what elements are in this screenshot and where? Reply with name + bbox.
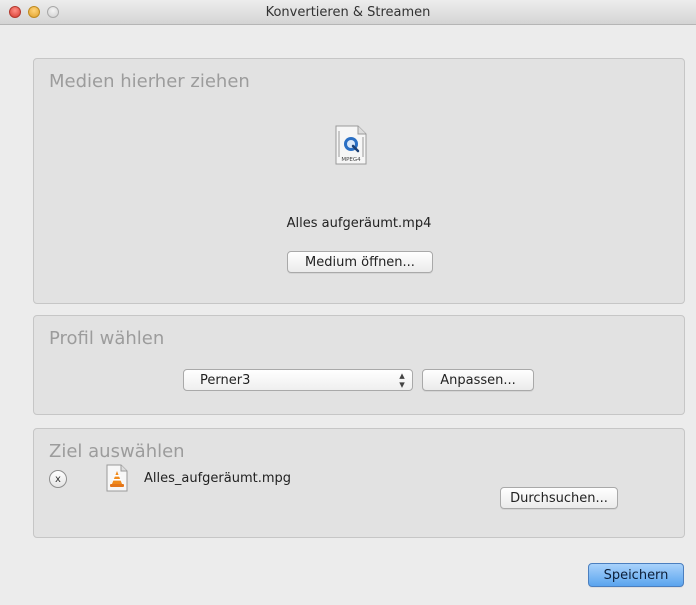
- browse-button[interactable]: Durchsuchen...: [500, 487, 618, 509]
- mpeg4-file-icon: MPEG4: [335, 125, 367, 165]
- window-title: Konvertieren & Streamen: [265, 5, 431, 20]
- title-bar: Konvertieren & Streamen: [0, 0, 696, 25]
- media-drop-panel[interactable]: Medien hierher ziehen MPEG4 Alles aufger…: [33, 58, 685, 304]
- save-button[interactable]: Speichern: [588, 563, 684, 587]
- destination-panel: Ziel auswählen x Alles_aufgeräumt.mpg Du…: [33, 428, 685, 538]
- remove-icon: x: [55, 473, 61, 485]
- media-drop-heading: Medien hierher ziehen: [49, 71, 250, 92]
- source-file-name: Alles aufgeräumt.mp4: [286, 216, 432, 231]
- convert-stream-window: Konvertieren & Streamen Medien hierher z…: [0, 0, 696, 605]
- vlc-file-icon: [106, 464, 128, 492]
- customize-profile-button[interactable]: Anpassen...: [422, 369, 534, 391]
- popup-arrows-icon: ▴ ▾: [399, 369, 405, 391]
- open-media-button[interactable]: Medium öffnen...: [287, 251, 433, 273]
- remove-destination-button[interactable]: x: [49, 470, 67, 488]
- profile-selected-value: Perner3: [200, 373, 251, 388]
- profile-heading: Profil wählen: [49, 328, 165, 349]
- destination-heading: Ziel auswählen: [49, 441, 185, 462]
- profile-select[interactable]: Perner3 ▴ ▾: [183, 369, 413, 391]
- destination-file-name: Alles_aufgeräumt.mpg: [144, 471, 292, 486]
- profile-panel: Profil wählen Perner3 ▴ ▾ Anpassen...: [33, 315, 685, 415]
- file-type-label: MPEG4: [341, 157, 361, 163]
